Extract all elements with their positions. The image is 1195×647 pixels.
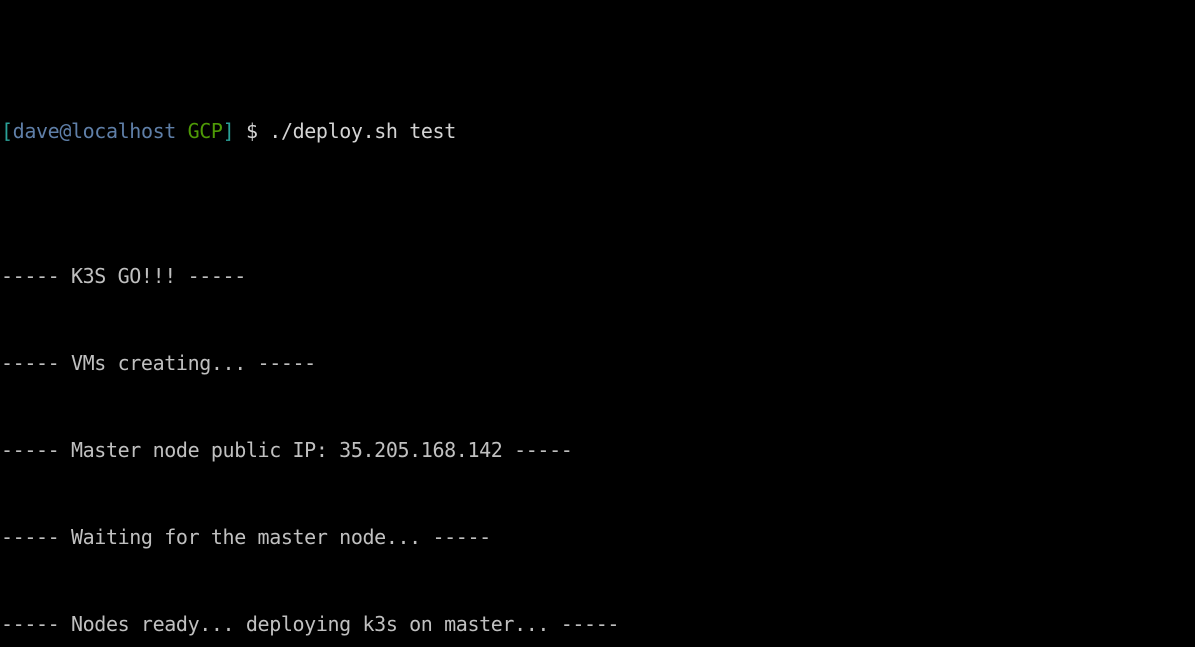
command-spacer bbox=[258, 119, 270, 143]
output-line-nodes-ready: ----- Nodes ready... deploying k3s on ma… bbox=[1, 612, 620, 636]
command-deploy: ./deploy.sh test bbox=[269, 119, 456, 143]
output-line-k3s-go: ----- K3S GO!!! ----- bbox=[1, 264, 246, 288]
prompt-dollar-symbol: $ bbox=[245, 119, 258, 143]
prompt-symbol-spacer bbox=[234, 119, 246, 143]
prompt-user-host: dave@localhost bbox=[12, 119, 177, 143]
prompt-separator bbox=[176, 119, 188, 143]
prompt-context: GCP bbox=[187, 119, 223, 143]
terminal-window[interactable]: [dave@localhost GCP] $ ./deploy.sh test … bbox=[0, 0, 1195, 647]
prompt-close-bracket: ] bbox=[222, 119, 235, 143]
output-line-waiting-master: ----- Waiting for the master node... ---… bbox=[1, 525, 491, 549]
prompt-open-bracket: [ bbox=[1, 119, 13, 143]
output-line-vms-creating: ----- VMs creating... ----- bbox=[1, 351, 316, 375]
prompt-line-deploy: [dave@localhost GCP] $ ./deploy.sh test bbox=[1, 117, 1195, 146]
output-line-master-ip: ----- Master node public IP: 35.205.168.… bbox=[1, 438, 573, 462]
